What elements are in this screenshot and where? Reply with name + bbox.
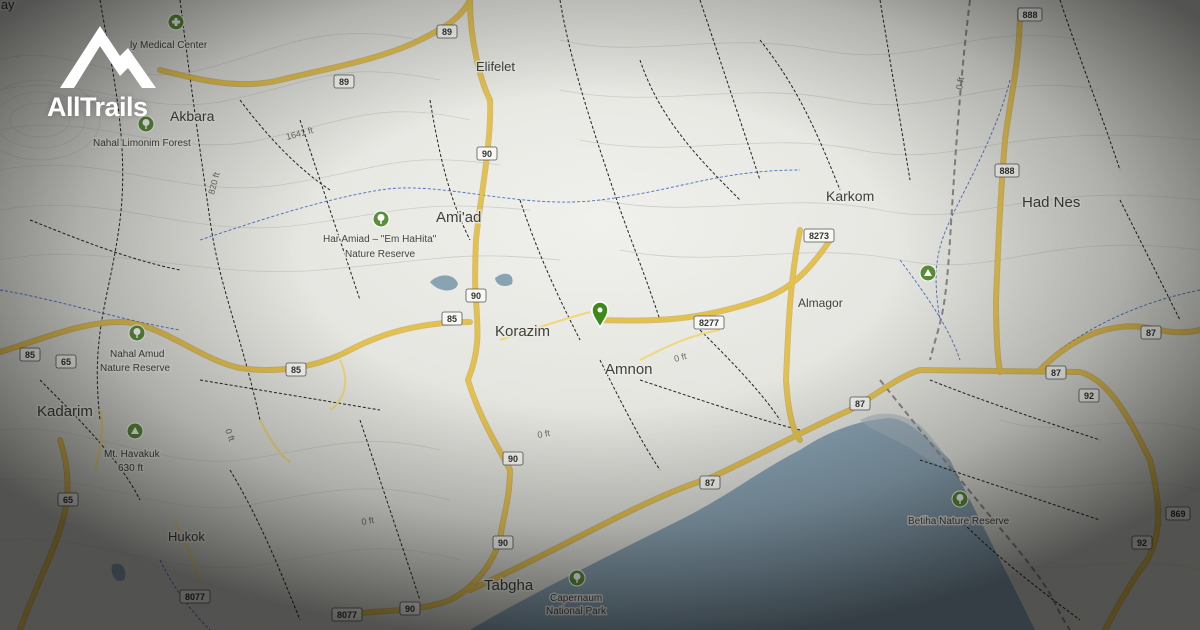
svg-text:65: 65 (63, 495, 73, 505)
road-shield: 90 (476, 146, 498, 161)
svg-text:8077: 8077 (185, 592, 205, 602)
road-shield: 92 (1078, 388, 1100, 403)
town-label-hukok: Hukok (168, 529, 205, 544)
poi-label-nahal-amud-line1: Nahal Amud (110, 349, 164, 360)
svg-text:65: 65 (61, 357, 71, 367)
svg-text:87: 87 (1051, 368, 1061, 378)
svg-text:8277: 8277 (699, 318, 719, 328)
svg-text:87: 87 (855, 399, 865, 409)
town-label-almagor: Almagor (798, 296, 843, 310)
road-shield: 869 (1165, 506, 1191, 521)
poi-label-nahal-limonim: Nahal Limonim Forest (93, 138, 191, 149)
road-shield: 8077 (179, 589, 211, 604)
road-shield: 65 (57, 492, 79, 507)
svg-text:90: 90 (508, 454, 518, 464)
road-shield: 85 (285, 362, 307, 377)
poi-label-capernaum-line1: Capernaum (550, 593, 602, 604)
svg-text:85: 85 (447, 314, 457, 324)
nahal-amud-tree-marker[interactable] (128, 324, 146, 342)
town-label-tabgha: Tabgha (484, 577, 534, 594)
road-shield: 92 (1131, 535, 1153, 550)
road-shield: 90 (492, 535, 514, 550)
road-shield: 85 (19, 347, 41, 362)
svg-text:87: 87 (1146, 328, 1156, 338)
town-label-had-nes: Had Nes (1022, 194, 1080, 211)
svg-text:888: 888 (1022, 10, 1037, 20)
town-label-elifelet: Elifelet (476, 59, 515, 74)
svg-text:85: 85 (25, 350, 35, 360)
svg-text:90: 90 (405, 604, 415, 614)
road-shield: 65 (55, 354, 77, 369)
town-label-akbara: Akbara (170, 108, 215, 124)
svg-text:85: 85 (291, 365, 301, 375)
svg-text:90: 90 (471, 291, 481, 301)
road-shield: 87 (849, 396, 871, 411)
town-label-karkom: Karkom (826, 188, 874, 204)
road-shield: 87 (699, 475, 721, 490)
poi-label-mt-havakuk-line1: Mt. Havakuk (104, 449, 161, 460)
town-label-may: may (0, 0, 15, 12)
poi-label-capernaum-line2: National Park (546, 606, 607, 617)
town-label-amiad: Ami'ad (436, 209, 481, 226)
poi-label-betiha: Betiha Nature Reserve (908, 516, 1010, 527)
road-shield: 8273 (803, 228, 835, 243)
road-shield: 87 (1140, 325, 1162, 340)
map-canvas[interactable]: 1641 ft 820 ft 0 ft 0 ft 0 ft 0 ft 0 ft … (0, 0, 1200, 630)
town-label-korazim: Korazim (495, 323, 550, 340)
betiha-tree-marker[interactable] (951, 490, 969, 508)
poi-label-har-amiad-line1: Har Amiad – "Em HaHita" (323, 234, 437, 245)
road-shield: 89 (333, 74, 355, 89)
camp-marker[interactable] (919, 264, 937, 282)
svg-text:89: 89 (339, 77, 349, 87)
svg-text:869: 869 (1170, 509, 1185, 519)
road-shield: 888 (1017, 7, 1043, 22)
road-shield: 90 (502, 451, 524, 466)
road-shield: 85 (441, 311, 463, 326)
svg-text:90: 90 (482, 149, 492, 159)
mt-havakuk-peak-marker[interactable] (126, 422, 144, 440)
town-label-kadarim: Kadarim (37, 403, 93, 420)
har-amiad-tree-marker[interactable] (372, 210, 390, 228)
town-label-amnon: Amnon (605, 361, 653, 378)
svg-text:888: 888 (999, 166, 1014, 176)
svg-text:87: 87 (705, 478, 715, 488)
poi-label-mt-havakuk-line2: 630 ft (118, 463, 143, 474)
road-shield: 8077 (331, 607, 363, 622)
road-shield: 90 (465, 288, 487, 303)
road-shield: 89 (436, 24, 458, 39)
road-shield: 888 (994, 163, 1020, 178)
svg-text:92: 92 (1084, 391, 1094, 401)
svg-text:92: 92 (1137, 538, 1147, 548)
road-shield: 90 (399, 601, 421, 616)
capernaum-tree-marker[interactable] (568, 569, 586, 587)
poi-label-nahal-amud-line2: Nature Reserve (100, 363, 170, 374)
svg-text:8077: 8077 (337, 610, 357, 620)
poi-label-har-amiad-line2: Nature Reserve (345, 249, 415, 260)
brand-wordmark[interactable]: AllTrails (47, 92, 148, 123)
svg-text:90: 90 (498, 538, 508, 548)
svg-text:89: 89 (442, 27, 452, 37)
svg-text:8273: 8273 (809, 231, 829, 241)
road-shield: 87 (1045, 365, 1067, 380)
road-shield: 8277 (693, 315, 725, 330)
